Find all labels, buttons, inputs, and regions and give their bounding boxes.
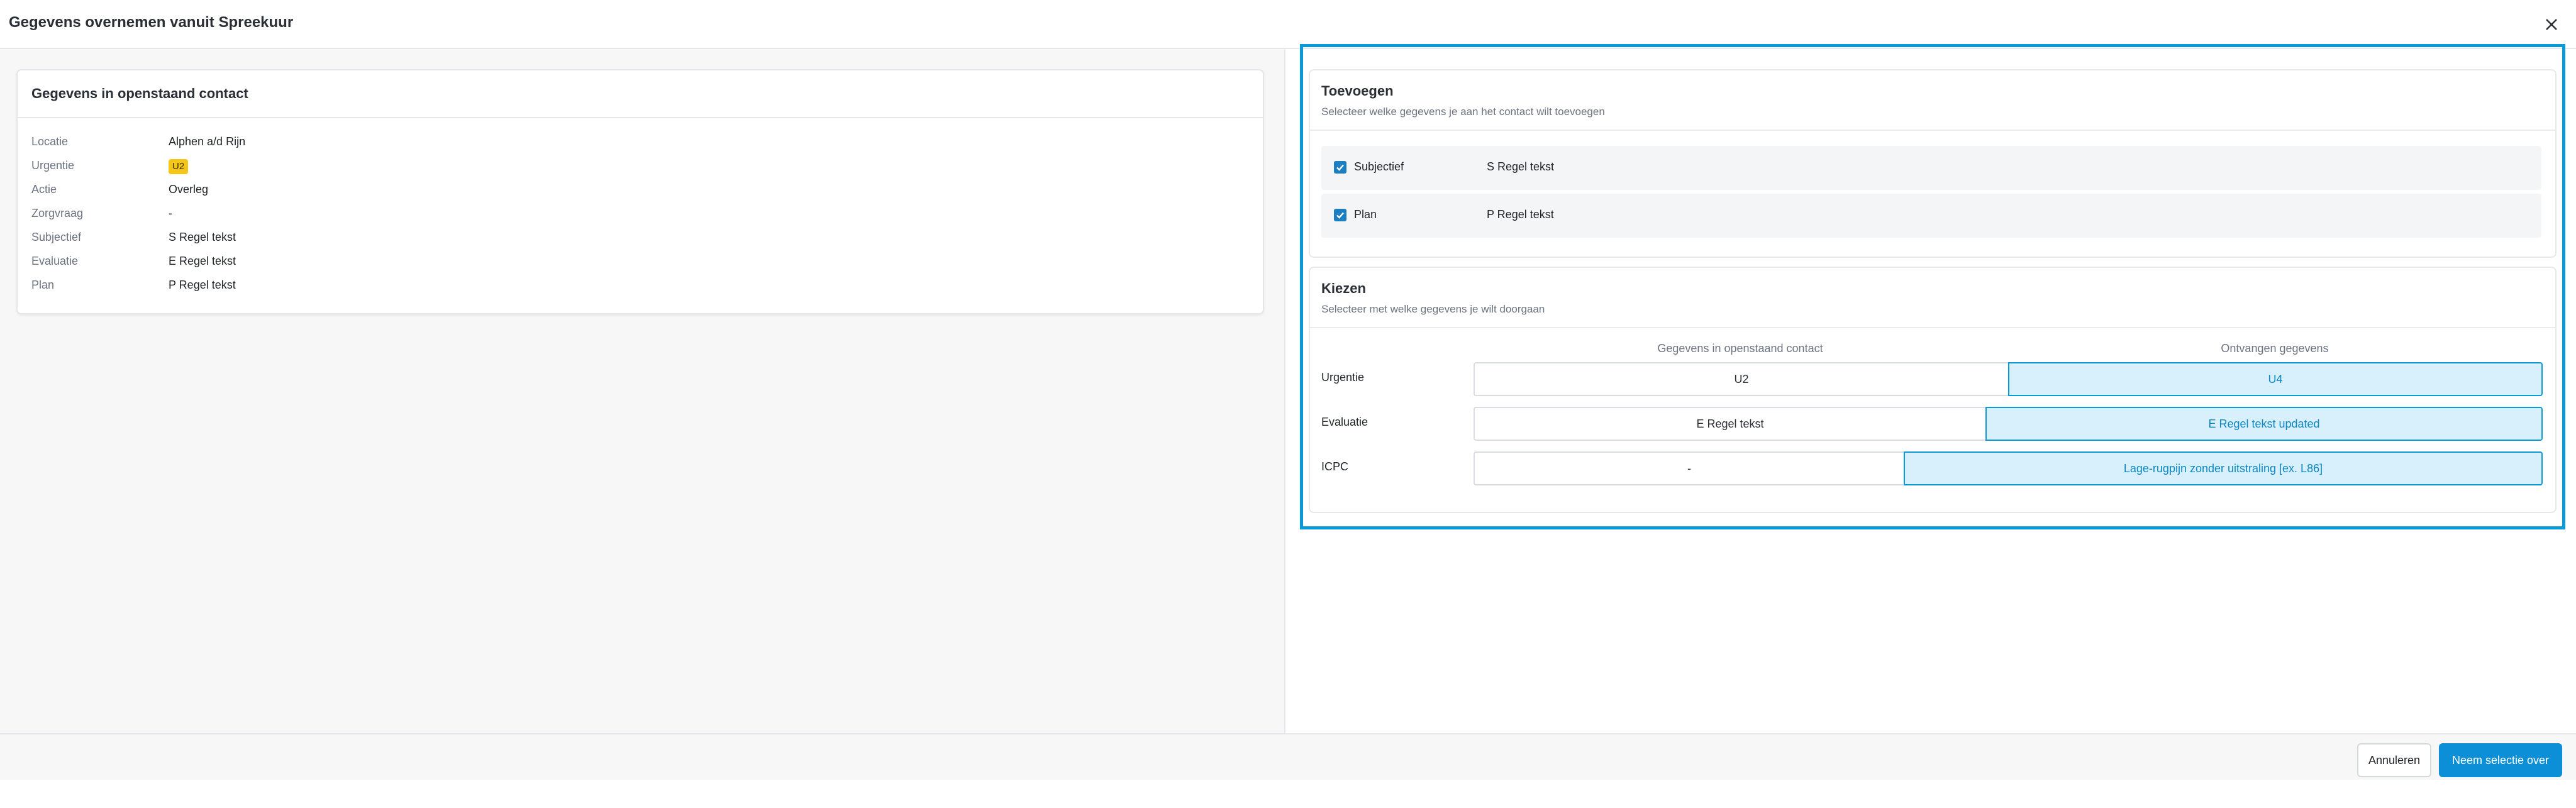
urgency-badge: U2 — [169, 159, 189, 174]
toevoegen-section: Toevoegen Selecteer welke gegevens je aa… — [1309, 69, 2557, 258]
detail-value: E Regel tekst — [169, 255, 236, 267]
detail-label: Zorgvraag — [31, 207, 84, 219]
subjectief-checkbox[interactable] — [1334, 161, 1346, 174]
add-item-subjectief[interactable]: Subjectief S Regel tekst — [1321, 146, 2541, 190]
confirm-selection-button[interactable]: Neem selectie over — [2439, 743, 2562, 777]
kiezen-title: Kiezen — [1321, 280, 1366, 296]
dialog: Gegevens overnemen vanuit Spreekuur Gege… — [0, 0, 2576, 780]
detail-value: P Regel tekst — [169, 279, 236, 291]
detail-label: Locatie — [31, 135, 69, 148]
add-item-label: Plan — [1354, 208, 1377, 221]
detail-value: Overleg — [169, 183, 209, 196]
detail-value: S Regel tekst — [169, 231, 236, 243]
choice-received-evaluatie[interactable]: E Regel tekst updated — [1985, 407, 2543, 441]
detail-label: Evaluatie — [31, 255, 79, 267]
toevoegen-subtitle: Selecteer welke gegevens je aan het cont… — [1321, 106, 1605, 118]
dialog-header: Gegevens overnemen vanuit Spreekuur — [0, 0, 2576, 49]
close-button[interactable] — [2541, 14, 2562, 35]
column-header-current: Gegevens in openstaand contact — [1657, 342, 1823, 355]
choice-label-evaluatie: Evaluatie — [1321, 416, 1368, 428]
choice-received-urgentie[interactable]: U4 — [2008, 362, 2543, 396]
detail-value: - — [169, 207, 172, 219]
checkmark-icon — [1336, 164, 1344, 171]
detail-label: Urgentie — [31, 159, 75, 172]
kiezen-section: Kiezen Selecteer met welke gegevens je w… — [1309, 267, 2557, 513]
cancel-button[interactable]: Annuleren — [2357, 743, 2431, 777]
choice-received-icpc[interactable]: Lage-rugpijn zonder uitstraling [ex. L86… — [1904, 451, 2543, 485]
open-contact-card-header: Gegevens in openstaand contact — [18, 70, 1263, 118]
divider — [1310, 130, 2555, 131]
dialog-footer: Annuleren Neem selectie over — [0, 733, 2576, 780]
choice-current-icpc[interactable]: - — [1474, 451, 1904, 485]
divider — [1310, 327, 2555, 328]
open-contact-card: Gegevens in openstaand contact Locatie A… — [16, 69, 1264, 314]
column-header-received: Ontvangen gegevens — [2221, 342, 2329, 355]
choice-current-urgentie[interactable]: U2 — [1474, 362, 2008, 396]
kiezen-subtitle: Selecteer met welke gegevens je wilt doo… — [1321, 303, 1545, 315]
toevoegen-title: Toevoegen — [1321, 83, 1394, 99]
add-item-label: Subjectief — [1354, 160, 1404, 173]
detail-label: Actie — [31, 183, 57, 196]
detail-label: Plan — [31, 279, 55, 291]
page-background — [0, 780, 2576, 808]
detail-value: Alphen a/d Rijn — [169, 135, 246, 148]
choice-current-evaluatie[interactable]: E Regel tekst — [1474, 407, 1985, 441]
plan-checkbox[interactable] — [1334, 209, 1346, 221]
add-item-value: S Regel tekst — [1487, 160, 1555, 173]
add-item-value: P Regel tekst — [1487, 208, 1554, 221]
choice-label-icpc: ICPC — [1321, 460, 1349, 473]
checkmark-icon — [1336, 212, 1344, 219]
detail-value: U2 — [169, 156, 189, 175]
dialog-title: Gegevens overnemen vanuit Spreekuur — [9, 14, 294, 31]
detail-label: Subjectief — [31, 231, 82, 243]
left-pane: Gegevens in openstaand contact Locatie A… — [0, 49, 1285, 733]
open-contact-title: Gegevens in openstaand contact — [31, 86, 248, 101]
add-item-plan[interactable]: Plan P Regel tekst — [1321, 194, 2541, 238]
close-icon — [2546, 19, 2557, 30]
choice-label-urgentie: Urgentie — [1321, 371, 1365, 384]
